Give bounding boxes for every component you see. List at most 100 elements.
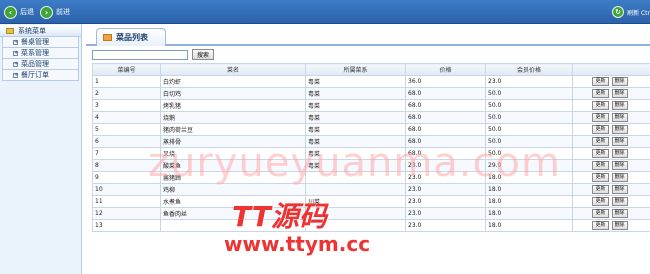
search-row: 搜索 — [92, 49, 215, 60]
update-button[interactable]: 更新 — [592, 173, 609, 182]
delete-button[interactable]: 删除 — [611, 197, 628, 206]
delete-button[interactable]: 删除 — [611, 101, 628, 110]
cell-cuisine: 粤菜 — [305, 159, 406, 172]
delete-button[interactable]: 删除 — [611, 77, 628, 86]
plus-icon: + — [13, 49, 19, 56]
dish-table: 菜编号 菜名 所属菜系 价格 会员价格 1 白灼虾 粤菜 36.0 23.0 更新 删除 2 白… — [92, 63, 650, 232]
update-button[interactable]: 更新 — [592, 77, 609, 86]
search-input[interactable] — [92, 49, 188, 60]
refresh-label: 刷新 Ctr — [627, 9, 650, 17]
plus-icon: + — [13, 60, 19, 67]
refresh-button[interactable]: ↻ 刷新 Ctr — [612, 4, 650, 20]
cell-member-price: 18.0 — [485, 171, 573, 184]
cell-id: 5 — [92, 123, 161, 136]
cell-name: 叉烧 — [160, 147, 306, 160]
cell-cuisine: 粤菜 — [305, 147, 406, 160]
cell-member-price: 50.0 — [485, 135, 573, 148]
column-header-cuisine: 所属菜系 — [305, 63, 406, 76]
sidebar-item-table-management[interactable]: + 餐桌管理 — [2, 37, 79, 48]
table-row: 11 水煮鱼 川菜 23.0 18.0 更新 删除 — [92, 195, 650, 208]
column-header-id: 菜编号 — [92, 63, 161, 76]
cell-actions: 更新 删除 — [572, 87, 650, 100]
cell-actions: 更新 删除 — [572, 171, 650, 184]
cell-cuisine: 粤菜 — [305, 123, 406, 136]
plus-icon: + — [13, 71, 19, 78]
cell-id: 7 — [92, 147, 161, 160]
sidebar-item-dish-management[interactable]: + 菜品管理 — [2, 59, 79, 70]
cell-price: 68.0 — [405, 87, 486, 100]
delete-button[interactable]: 删除 — [611, 209, 628, 218]
cell-id: 3 — [92, 99, 161, 112]
table-body: 1 白灼虾 粤菜 36.0 23.0 更新 删除 2 白切鸡 粤菜 68.0 50.0 更新 删除 3 烤乳猪… — [92, 75, 650, 232]
update-button[interactable]: 更新 — [592, 149, 609, 158]
update-button[interactable]: 更新 — [592, 161, 609, 170]
sidebar-item-cuisine-management[interactable]: + 菜系管理 — [2, 48, 79, 59]
column-header-name: 菜名 — [160, 63, 306, 76]
update-button[interactable]: 更新 — [592, 185, 609, 194]
tab-bar: 菜品列表 — [86, 24, 650, 46]
cell-id: 13 — [92, 219, 161, 232]
cell-name: 蒸排骨 — [160, 135, 306, 148]
cell-cuisine: 粤菜 — [305, 135, 406, 148]
back-button[interactable]: ‹ 后退 — [4, 5, 34, 19]
cell-member-price: 18.0 — [485, 219, 573, 232]
delete-button[interactable]: 删除 — [611, 113, 628, 122]
cell-cuisine: 粤菜 — [305, 111, 406, 124]
update-button[interactable]: 更新 — [592, 221, 609, 230]
sidebar-header[interactable]: 系统菜单 — [0, 25, 81, 37]
update-button[interactable]: 更新 — [592, 197, 609, 206]
cell-price: 68.0 — [405, 99, 486, 112]
arrow-left-icon: ‹ — [4, 5, 17, 19]
table-row: 3 烤乳猪 粤菜 68.0 50.0 更新 删除 — [92, 99, 650, 112]
cell-name: 白灼虾 — [160, 75, 306, 88]
cell-actions: 更新 删除 — [572, 183, 650, 196]
table-row: 4 烧鹅 粤菜 68.0 50.0 更新 删除 — [92, 111, 650, 124]
cell-member-price: 18.0 — [485, 195, 573, 208]
cell-member-price: 50.0 — [485, 87, 573, 100]
delete-button[interactable]: 删除 — [611, 149, 628, 158]
cell-price: 23.0 — [405, 195, 486, 208]
cell-price: 36.0 — [405, 75, 486, 88]
cell-member-price: 18.0 — [485, 183, 573, 196]
cell-actions: 更新 删除 — [572, 159, 650, 172]
delete-button[interactable]: 删除 — [611, 137, 628, 146]
update-button[interactable]: 更新 — [592, 101, 609, 110]
forward-button[interactable]: › 前进 — [40, 5, 70, 19]
update-button[interactable]: 更新 — [592, 209, 609, 218]
search-button[interactable]: 搜索 — [192, 49, 215, 60]
cell-member-price: 50.0 — [485, 111, 573, 124]
cell-actions: 更新 删除 — [572, 111, 650, 124]
table-row: 1 白灼虾 粤菜 36.0 23.0 更新 删除 — [92, 75, 650, 88]
table-row: 8 酸菜鱼 粤菜 23.0 29.0 更新 删除 — [92, 159, 650, 172]
delete-button[interactable]: 删除 — [611, 221, 628, 230]
delete-button[interactable]: 删除 — [611, 125, 628, 134]
update-button[interactable]: 更新 — [592, 89, 609, 98]
cell-cuisine: 粤菜 — [305, 75, 406, 88]
cell-name: 酱猪蹄 — [160, 171, 306, 184]
cell-id: 12 — [92, 207, 161, 220]
cell-name: 烧鹅 — [160, 111, 306, 124]
update-button[interactable]: 更新 — [592, 125, 609, 134]
cell-actions: 更新 删除 — [572, 207, 650, 220]
cell-id: 8 — [92, 159, 161, 172]
table-row: 12 鱼香肉丝 23.0 18.0 更新 删除 — [92, 207, 650, 220]
update-button[interactable]: 更新 — [592, 137, 609, 146]
list-icon — [103, 34, 112, 41]
delete-button[interactable]: 删除 — [611, 89, 628, 98]
cell-name: 烤乳猪 — [160, 99, 306, 112]
delete-button[interactable]: 删除 — [611, 185, 628, 194]
sidebar-item-label: 菜品管理 — [21, 60, 49, 68]
delete-button[interactable]: 删除 — [611, 173, 628, 182]
cell-price: 23.0 — [405, 171, 486, 184]
update-button[interactable]: 更新 — [592, 113, 609, 122]
cell-price: 68.0 — [405, 123, 486, 136]
delete-button[interactable]: 删除 — [611, 161, 628, 170]
cell-cuisine: 粤菜 — [305, 99, 406, 112]
cell-name: 猪肉荷兰豆 — [160, 123, 306, 136]
cell-id: 6 — [92, 135, 161, 148]
plus-icon: + — [13, 38, 19, 45]
sidebar-item-orders[interactable]: + 餐厅订单 — [2, 70, 79, 81]
cell-name: 鱼香肉丝 — [160, 207, 306, 220]
cell-actions: 更新 删除 — [572, 219, 650, 232]
tab-dish-list[interactable]: 菜品列表 — [96, 28, 166, 46]
